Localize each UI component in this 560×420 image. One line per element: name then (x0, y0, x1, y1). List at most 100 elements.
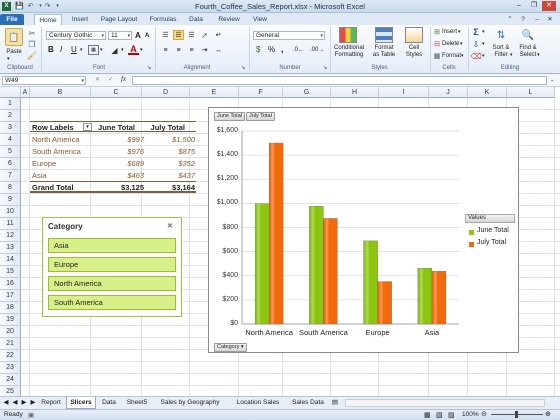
zoom-slider-thumb[interactable] (515, 411, 518, 418)
cut-icon[interactable]: ✂ (27, 28, 37, 38)
horizontal-scrollbar[interactable] (345, 399, 545, 407)
font-name-dropdown-icon[interactable]: ▾ (101, 32, 104, 40)
sheet-tab-slicers[interactable]: Slicers (66, 397, 96, 409)
wrap-text-icon[interactable]: ↵ (213, 30, 224, 40)
comma-style-button[interactable]: , (281, 45, 284, 54)
pivot-cell-june[interactable]: $976 (95, 146, 144, 157)
column-header-a[interactable]: A (21, 87, 30, 98)
pivot-cell-july[interactable]: $875 (150, 146, 195, 157)
conditional-formatting-label-1[interactable]: Conditional (330, 45, 368, 52)
alignment-dialog-launcher-icon[interactable]: ↘ (241, 65, 245, 72)
pivot-row-label[interactable]: Asia (32, 170, 47, 181)
column-header-d[interactable]: D (142, 87, 190, 98)
autosum-icon[interactable]: Σ (471, 27, 481, 37)
row-header-14[interactable]: 14 (0, 254, 21, 266)
conditional-formatting-icon[interactable] (339, 27, 357, 43)
borders-icon[interactable]: ▦ (88, 45, 99, 55)
column-header-i[interactable]: I (379, 87, 429, 98)
column-header-l[interactable]: L (507, 87, 555, 98)
paste-button-label[interactable]: Paste (2, 49, 26, 56)
clear-filter-icon[interactable]: ✖ (167, 222, 173, 230)
column-header-k[interactable]: K (468, 87, 507, 98)
close-icon[interactable]: ✕ (542, 1, 556, 11)
workbook-minimize-icon[interactable]: – (532, 14, 542, 25)
row-header-6[interactable]: 6 (0, 158, 21, 170)
underline-dropdown-icon[interactable]: ▾ (80, 47, 83, 54)
row-header-24[interactable]: 24 (0, 374, 21, 386)
category-slicer[interactable]: Category ✖ Asia Europe North America Sou… (42, 217, 182, 317)
row-header-5[interactable]: 5 (0, 146, 21, 158)
select-all-corner[interactable] (0, 87, 21, 98)
format-as-table-label-1[interactable]: Format (366, 45, 402, 52)
delete-cells-button[interactable]: Delete (442, 41, 459, 48)
font-color-icon[interactable]: A (128, 44, 139, 55)
row-header-17[interactable]: 17 (0, 290, 21, 302)
column-header-c[interactable]: C (91, 87, 142, 98)
pivot-total-july[interactable]: $3,164 (150, 182, 195, 193)
sheet-tab-report[interactable]: Report (37, 397, 65, 409)
increase-decimal-icon[interactable]: .0← (293, 47, 304, 54)
slicer-item-north-america[interactable]: North America (48, 276, 176, 291)
italic-button[interactable]: I (60, 46, 62, 54)
row-header-25[interactable]: 25 (0, 386, 21, 396)
align-bottom-icon[interactable]: ☰ (186, 30, 197, 40)
clear-icon[interactable]: ⌫ (470, 51, 481, 61)
pivot-cell-july[interactable]: $1,500 (150, 134, 195, 145)
row-labels-filter-icon[interactable]: ▾ (83, 123, 92, 131)
cell-styles-icon[interactable] (405, 27, 423, 43)
minimize-ribbon-icon[interactable]: ⌃ (505, 14, 515, 25)
tab-view[interactable]: View (249, 14, 271, 25)
row-header-4[interactable]: 4 (0, 134, 21, 146)
number-dialog-launcher-icon[interactable]: ↘ (323, 65, 327, 72)
fill-dropdown-icon[interactable]: ▾ (482, 41, 485, 48)
zoom-in-icon[interactable]: ⊕ (545, 410, 551, 418)
borders-dropdown-icon[interactable]: ▾ (100, 47, 103, 54)
insert-cells-button[interactable]: Insert (442, 29, 457, 36)
find-select-label-1[interactable]: Find & (515, 45, 541, 52)
tab-review[interactable]: Review (214, 14, 244, 25)
sheet-tab-sales-by-geography[interactable]: Sales by Geography (154, 397, 226, 409)
slicer-item-south-america[interactable]: South America (48, 295, 176, 310)
sheet-tab-sales-data[interactable]: Sales Data (289, 397, 327, 409)
pivot-cell-june[interactable]: $997 (95, 134, 144, 145)
format-dropdown-icon[interactable]: ▾ (461, 53, 464, 60)
format-painter-icon[interactable]: 🖌 (27, 50, 37, 60)
bold-button[interactable]: B (48, 46, 54, 54)
sheet-tab-location-sales[interactable]: Location Sales (230, 397, 286, 409)
row-header-1[interactable]: 1 (0, 98, 21, 110)
sort-filter-label-1[interactable]: Sort & (488, 45, 514, 52)
tab-formulas[interactable]: Formulas (146, 14, 180, 25)
axis-field-dropdown-icon[interactable]: ▾ (241, 344, 244, 350)
column-header-f[interactable]: F (239, 87, 283, 98)
delete-cells-icon[interactable]: ⊟ (433, 40, 441, 48)
pivot-cell-june[interactable]: $463 (95, 170, 144, 181)
row-header-9[interactable]: 9 (0, 194, 21, 206)
column-header-b[interactable]: B (30, 87, 91, 98)
column-header-g[interactable]: G (283, 87, 331, 98)
expand-formula-bar-icon[interactable]: ⌄ (550, 77, 554, 84)
tab-page-layout[interactable]: Page Layout (98, 14, 140, 25)
legend-title[interactable]: Values (465, 214, 515, 223)
workbook-close-icon[interactable]: ✕ (545, 14, 555, 25)
first-sheet-icon[interactable]: ◀ (2, 397, 10, 409)
tab-insert[interactable]: Insert (66, 14, 94, 25)
copy-icon[interactable]: ❐ (27, 39, 37, 49)
sort-filter-icon[interactable]: ⇅ (493, 27, 509, 43)
format-cells-icon[interactable]: ▦ (433, 52, 441, 60)
clear-dropdown-icon[interactable]: ▾ (482, 53, 485, 60)
row-header-2[interactable]: 2 (0, 110, 21, 122)
worksheet-grid[interactable]: ABCDEFGHIJKL 1 2 3 4 5 6 7 8 9 10 11 12 13 14 15 16 17 18… (0, 87, 560, 396)
help-icon[interactable]: ? (518, 14, 528, 25)
format-as-table-icon[interactable] (375, 27, 393, 43)
slicer-item-europe[interactable]: Europe (48, 257, 176, 272)
grow-font-icon[interactable]: A (135, 32, 141, 40)
row-header-8[interactable]: 8 (0, 182, 21, 194)
tab-data[interactable]: Data (185, 14, 207, 25)
column-header-e[interactable]: E (190, 87, 239, 98)
prev-sheet-icon[interactable]: ◀ (11, 397, 19, 409)
cell-styles-label-2[interactable]: Styles (400, 52, 428, 59)
cancel-entry-icon[interactable]: ✕ (95, 77, 100, 84)
formula-input[interactable] (132, 76, 547, 85)
align-right-icon[interactable]: ≡ (186, 45, 197, 55)
pivot-row-label[interactable]: North America (32, 134, 80, 145)
